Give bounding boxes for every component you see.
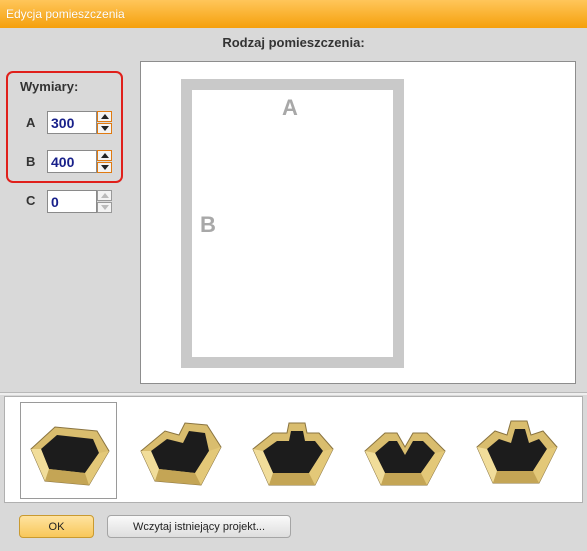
dim-c-increment-button[interactable] [97, 190, 112, 201]
load-existing-project-button[interactable]: Wczytaj istniejący projekt... [107, 515, 291, 538]
room-rectangle-3d-icon [30, 426, 110, 486]
dim-c-decrement-button[interactable] [97, 202, 112, 213]
room-shape-selector [4, 396, 583, 503]
room-u-shape-3d-icon [252, 422, 334, 486]
button-bar: OK Wczytaj istniejący projekt... [0, 507, 587, 551]
arrow-up-icon [101, 193, 109, 198]
room-t-shape-3d-icon [476, 420, 558, 484]
preview-label-a: A [282, 95, 298, 120]
room-shape-5[interactable] [468, 402, 565, 499]
room-shape-1[interactable] [20, 402, 117, 499]
dim-a-decrement-button[interactable] [97, 123, 112, 134]
dim-c-label: C [26, 193, 36, 208]
ok-button[interactable]: OK [19, 515, 94, 538]
dim-a-label: A [26, 115, 36, 130]
arrow-up-icon [101, 153, 109, 158]
title-bar[interactable]: Edycja pomieszczenia [0, 0, 587, 29]
dim-b-decrement-button[interactable] [97, 162, 112, 173]
arrow-down-icon [101, 126, 109, 131]
dim-b-input[interactable] [47, 150, 97, 173]
preview-label-b: B [200, 212, 216, 237]
room-type-label: Rodzaj pomieszczenia: [222, 35, 365, 50]
room-notch-shape-3d-icon [364, 432, 446, 486]
dialog-body: Rodzaj pomieszczenia: Wymiary: A B C A B [0, 28, 587, 551]
divider [0, 392, 587, 395]
dimensions-title: Wymiary: [20, 79, 79, 94]
dim-b-increment-button[interactable] [97, 150, 112, 161]
room-shape-3[interactable] [244, 402, 341, 499]
dim-b-label: B [26, 154, 36, 169]
arrow-down-icon [101, 205, 109, 210]
dim-a-increment-button[interactable] [97, 111, 112, 122]
dim-c-stepper[interactable] [97, 190, 112, 213]
dim-b-stepper[interactable] [97, 150, 112, 173]
room-shape-2[interactable] [132, 402, 229, 499]
arrow-down-icon [101, 165, 109, 170]
dim-a-input[interactable] [47, 111, 97, 134]
dim-c-input[interactable] [47, 190, 97, 213]
room-l-shape-3d-icon [140, 422, 222, 486]
room-preview-panel: A B [140, 61, 576, 384]
room-shape-4[interactable] [356, 402, 453, 499]
dim-a-stepper[interactable] [97, 111, 112, 134]
window-title: Edycja pomieszczenia [6, 7, 125, 21]
arrow-up-icon [101, 114, 109, 119]
